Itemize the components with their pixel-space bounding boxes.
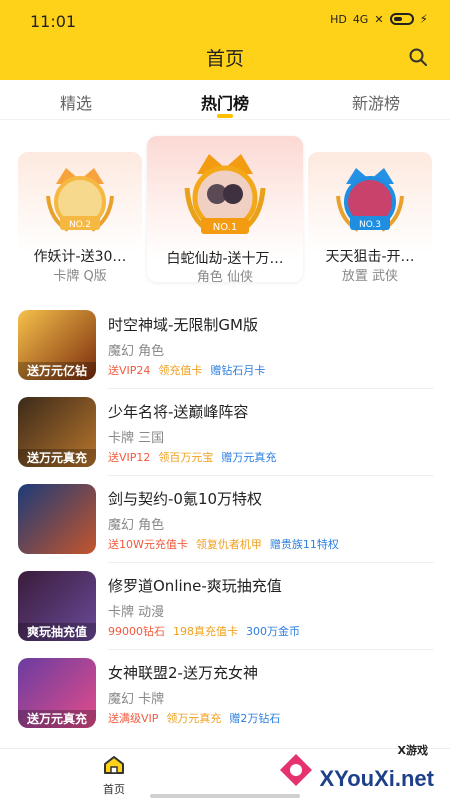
- perk-3: 赠钻石月卡: [210, 364, 266, 377]
- status-bar: 11:01 HD 4G ✕ ⚡: [0, 0, 450, 40]
- podium-card-2[interactable]: NO.2 作妖计-送30… 卡牌 Q版: [18, 152, 142, 282]
- podium-card-1[interactable]: NO.1 白蛇仙劫-送十万… 角色 仙侠: [147, 136, 303, 282]
- game-perks: 送VIP12 领百万元宝 赠万元真充: [108, 449, 276, 465]
- podium-3-tags: 放置 武侠: [341, 269, 399, 282]
- podium-card-3[interactable]: NO.3 天天狙击-开… 放置 武侠: [308, 152, 432, 282]
- perk-2: 198真充值卡: [173, 625, 238, 638]
- game-icon: [18, 484, 96, 554]
- game-name: 女神联盟2-送万充女神: [108, 664, 258, 682]
- rank-2-badge-icon: NO.2: [46, 168, 114, 232]
- charging-icon: ⚡: [419, 12, 428, 26]
- podium-3-name: 天天狙击-开…: [325, 249, 415, 265]
- game-tags: 卡牌 动漫: [108, 605, 165, 620]
- game-icon-caption: 送万元亿钻: [18, 362, 96, 380]
- game-name: 剑与契约-0氪10万特权: [108, 490, 263, 508]
- game-list-item[interactable]: 送万元真充 女神联盟2-送万充女神 魔幻 卡牌 送满级VIP 领万元真充 赠2万…: [0, 650, 450, 736]
- game-list-item[interactable]: 爽玩抽充值 修罗道Online-爽玩抽充值 卡牌 动漫 99000钻石 198真…: [0, 563, 450, 649]
- perk-3: 赠2万钻石: [229, 712, 281, 725]
- status-time: 11:01: [30, 12, 77, 31]
- battery-icon: [389, 13, 414, 25]
- rank-1-label: NO.1: [213, 222, 238, 233]
- page-title: 首页: [205, 48, 244, 70]
- game-name: 时空神域-无限制GM版: [108, 316, 258, 334]
- perk-3: 赠贵族11特权: [269, 538, 339, 551]
- game-list-item[interactable]: 送万元亿钻 时空神域-无限制GM版 魔幻 角色 送VIP24 领充值卡 赠钻石月…: [0, 302, 450, 388]
- game-icon: 爽玩抽充值: [18, 571, 96, 641]
- tab-new[interactable]: 新游榜: [316, 90, 436, 114]
- perk-1: 送VIP12: [108, 451, 151, 464]
- game-icon: 送万元真充: [18, 397, 96, 467]
- game-tags: 卡牌 三国: [108, 431, 165, 446]
- network-indicator: HD: [330, 12, 347, 26]
- perk-1: 送满级VIP: [108, 712, 159, 725]
- rank-1-badge-icon: NO.1: [184, 154, 266, 235]
- game-list-item[interactable]: 剑与契约-0氪10万特权 魔幻 角色 送10W元充值卡 领复仇者机甲 赠贵族11…: [0, 476, 450, 562]
- perk-2: 领百万元宝: [158, 451, 214, 464]
- watermark-small-text: X游戏: [397, 744, 428, 757]
- active-tab-indicator: [217, 114, 233, 118]
- wifi-off-icon: ✕: [374, 12, 384, 26]
- game-icon-caption: 爽玩抽充值: [18, 623, 96, 641]
- game-tags: 魔幻 卡牌: [108, 692, 165, 707]
- game-icon: 送万元真充: [18, 658, 96, 728]
- perk-3: 赠万元真充: [221, 451, 277, 464]
- status-indicators: HD 4G ✕ ⚡: [330, 12, 428, 26]
- podium-2-name: 作妖计-送30…: [33, 249, 127, 265]
- search-icon[interactable]: [408, 47, 428, 67]
- tab-featured[interactable]: 精选: [16, 90, 136, 114]
- game-perks: 99000钻石 198真充值卡 300万金币: [108, 623, 300, 639]
- top-bar: 11:01 HD 4G ✕ ⚡ 首页: [0, 0, 450, 80]
- nav-home-label: 首页: [103, 783, 125, 796]
- perk-3: 300万金币: [246, 625, 300, 638]
- watermark: X游戏 XYouXi.net: [272, 740, 442, 800]
- home-indicator: [150, 794, 300, 798]
- perk-1: 送10W元充值卡: [108, 538, 188, 551]
- perk-2: 领充值卡: [158, 364, 203, 377]
- podium-1-tags: 角色 仙侠: [196, 270, 254, 282]
- signal-indicator: 4G: [352, 12, 369, 26]
- perk-2: 领复仇者机甲: [195, 538, 262, 551]
- game-icon-caption: 送万元真充: [18, 449, 96, 467]
- rank-3-badge-icon: NO.3: [336, 168, 404, 232]
- perk-1: 送VIP24: [108, 364, 151, 377]
- perk-2: 领万元真充: [166, 712, 222, 725]
- perk-1: 99000钻石: [108, 625, 165, 638]
- watermark-logo-icon: [280, 754, 312, 786]
- game-tags: 魔幻 角色: [108, 518, 165, 533]
- watermark-brand: XYouXi.net: [319, 766, 435, 791]
- game-perks: 送10W元充值卡 领复仇者机甲 赠贵族11特权: [108, 536, 339, 552]
- tab-hot[interactable]: 热门榜: [165, 90, 285, 114]
- rank-3-label: NO.3: [359, 220, 381, 230]
- game-name: 少年名将-送巅峰阵容: [108, 403, 249, 421]
- rank-2-label: NO.2: [69, 220, 91, 230]
- podium-2-tags: 卡牌 Q版: [53, 269, 107, 282]
- game-list-item[interactable]: 送万元真充 少年名将-送巅峰阵容 卡牌 三国 送VIP12 领百万元宝 赠万元真…: [0, 389, 450, 475]
- game-name: 修罗道Online-爽玩抽充值: [108, 577, 282, 595]
- home-icon: [104, 756, 124, 774]
- game-perks: 送满级VIP 领万元真充 赠2万钻石: [108, 710, 280, 726]
- nav-home-button[interactable]: 首页: [96, 755, 132, 797]
- game-perks: 送VIP24 领充值卡 赠钻石月卡: [108, 362, 265, 378]
- game-tags: 魔幻 角色: [108, 344, 165, 359]
- game-icon: 送万元亿钻: [18, 310, 96, 380]
- game-icon-caption: 送万元真充: [18, 710, 96, 728]
- podium-1-name: 白蛇仙劫-送十万…: [166, 251, 284, 267]
